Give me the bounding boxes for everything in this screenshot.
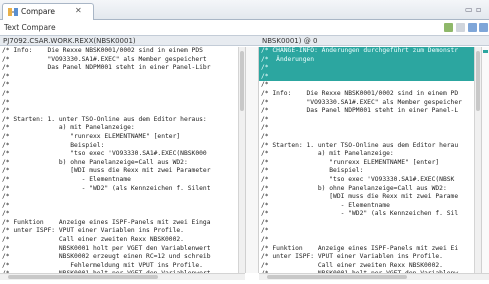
right-code-pane[interactable]: /* CHANGE-INFO: Änderungen durchgeführt … [259,47,474,273]
code-line: /* unter ISPF: VPUT einer Variablen ins … [261,253,443,261]
code-line: /* [2,201,10,209]
code-line: /* a) mit Panelanzeige: [2,124,135,132]
code-line: /* "runrexx ELEMENTNAME" [enter] [2,132,181,140]
minimize-icon[interactable]: ▭ [465,5,473,14]
code-line: /* [2,107,10,115]
code-line: /* Call einer zweiten Rexx NBSK0002. [261,261,443,269]
changed-code-line: /* CHANGE-INFO: Änderungen durchgeführt … [259,47,474,56]
code-line: /* [261,115,269,123]
diff-marker[interactable] [483,50,488,53]
right-horizontal-scrollbar[interactable] [259,273,489,280]
code-line: /* Info: Die Rexxe NBSK0001/0002 sind in… [261,89,459,97]
right-horizontal-scroll-thumb[interactable] [267,275,407,279]
code-line: /* Das Panel NDPM001 steht in einer Pane… [261,107,459,115]
code-line: /* Funktion Anzeige eines ISPF-Panels mi… [261,244,459,252]
right-pane-header: NBSK0001) @ 0 [259,35,489,46]
code-line: /* Beispiel: [2,141,105,149]
code-line: /* [2,89,10,97]
code-line: /* - Elementname [2,175,131,183]
changed-code-line: /* [259,72,474,82]
tab-compare[interactable]: Compare ✕ [2,3,94,20]
copy-all-left-to-right-icon[interactable] [444,23,453,32]
code-line: /* - "WD2" (als Kennzeichen f. Sil [261,210,459,218]
code-line: /* [261,227,269,235]
close-icon[interactable]: ✕ [75,6,82,15]
left-pane-title: PJ7092.CSAR.WORK.REXX(NBSK0001) [3,37,136,45]
compare-toolbar: Text Compare [0,21,489,34]
code-line: /* [261,218,269,226]
code-line: /* Call einer zweiten Rexx NBSK0002. [2,236,184,244]
code-line: /* [261,124,269,132]
diff-overview-ruler[interactable] [481,47,489,273]
code-line: /* "runrexx ELEMENTNAME" [enter] [261,158,440,166]
code-line: /* [WDI muss die Rexx mit zwei Parameter [2,167,211,175]
left-horizontal-scroll-thumb[interactable] [8,275,158,279]
code-line: /* "tso exec 'VO93330.SA1#.EXEC(NBSK [261,175,455,183]
right-pane-title: NBSK0001) @ 0 [262,37,318,45]
code-line: /* Fehlermeldung mit VPUT ins Profile. [2,261,203,269]
left-pane-header: PJ7092.CSAR.WORK.REXX(NBSK0001) [0,35,259,46]
code-line: /* [WDI muss die Rexx mit zwei Parame [261,193,459,201]
previous-difference-icon[interactable] [479,23,488,32]
code-line: /* "VO93330.SA1#.EXEC" als Member gespei… [261,98,462,106]
code-line: /* NBSK0002 erzeugt einen RC=12 und schr… [2,253,211,261]
left-horizontal-scrollbar[interactable] [0,273,245,280]
changed-code-line: /* [259,64,474,73]
compare-icon [8,8,18,16]
diff-connector-gutter [245,47,259,273]
code-line: /* "tso exec 'VO93330.SA1#.EXEC(NBSK000 [2,150,207,158]
maximize-icon[interactable]: ▫ [476,5,481,14]
code-line: /* [2,81,10,89]
left-vertical-scrollbar[interactable] [238,47,245,273]
next-difference-icon[interactable] [468,23,477,32]
tab-label: Compare [21,7,56,16]
code-line: /* [261,81,269,89]
toolbar-title: Text Compare [4,23,56,32]
code-line: /* b) ohne Panelanzeige=Call aus WD2: [261,184,447,192]
left-code-pane[interactable]: /* Info: Die Rexxe NBSK0001/0002 sind in… [0,47,238,273]
copy-current-change-icon[interactable] [456,23,465,32]
left-vertical-scroll-thumb[interactable] [240,51,244,111]
code-line: /* unter ISPF: VPUT einer Variablen ins … [2,227,184,235]
code-line: /* [2,210,10,218]
code-line: /* Das Panel NDPM001 steht in einer Pane… [2,64,211,72]
code-line: /* [2,193,10,201]
code-line: /* Starten: 1. unter TSO-Online aus dem … [2,115,207,123]
code-line: /* Beispiel: [261,167,364,175]
right-vertical-scrollbar[interactable] [474,47,481,273]
editor-tab-bar: Compare ✕ ▭ ▫ [0,0,489,20]
code-line: /* [2,98,10,106]
code-line: /* Starten: 1. unter TSO-Online aus dem … [261,141,459,149]
code-line: /* Funktion Anzeige eines ISPF-Panels mi… [2,218,211,226]
code-line: /* - "WD2" (als Kennzeichen f. Silent [2,184,211,192]
code-line: /* b) ohne Panelanzeige=Call aus WD2: [2,158,188,166]
code-line: /* - Elementname [261,201,390,209]
code-line: /* Info: Die Rexxe NBSK0001/0002 sind in… [2,47,203,54]
code-line: /* "VO93330.SA1#.EXEC" als Member gespei… [2,55,207,63]
code-line: /* [2,72,10,80]
code-line: /* NBSK0001 holt per VGET den Variablenw… [2,244,211,252]
changed-code-line: /* Änderungen [259,55,474,65]
right-vertical-scroll-thumb[interactable] [476,51,480,111]
code-line: /* [261,132,269,140]
code-line: /* [261,236,269,244]
code-line: /* a) mit Panelanzeige: [261,150,394,158]
